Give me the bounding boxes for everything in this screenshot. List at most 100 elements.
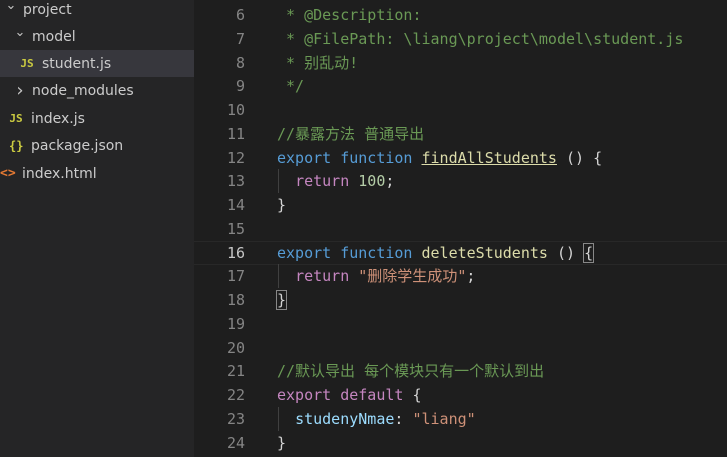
code-token: "删除学生成功" (358, 267, 467, 285)
code-token: findAllStudents (421, 149, 557, 167)
code-token: () (547, 244, 585, 262)
code-line[interactable]: 18} (194, 288, 727, 312)
code-text: studenyNmae: "liang" (277, 407, 476, 431)
explorer-item-index-html[interactable]: <> index.html (0, 160, 194, 187)
code-token: studenyNmae (295, 410, 395, 428)
explorer-item-label: index.html (22, 165, 97, 182)
explorer-item-label: model (32, 28, 76, 45)
code-line[interactable]: 10 (194, 98, 727, 122)
code-line[interactable]: 11 //暴露方法 普通导出 (194, 122, 727, 146)
code-token: deleteStudents (421, 244, 548, 262)
explorer-item-project[interactable]: ⌄ project (0, 0, 194, 23)
code-text: export default { (277, 383, 422, 407)
code-text: export function deleteStudents () { (277, 242, 595, 264)
line-number: 6 (235, 6, 245, 24)
code-text: export function findAllStudents () { (277, 146, 602, 170)
chevron-right-icon: › (16, 80, 24, 101)
code-line[interactable]: 14} (194, 193, 727, 217)
code-line[interactable]: 24} (194, 431, 727, 455)
code-token: : (394, 410, 413, 428)
explorer-item-index-js[interactable]: JS index.js (0, 105, 194, 132)
code-token: //暴露方法 普通导出 (277, 125, 425, 143)
matched-bracket: { (583, 243, 595, 263)
code-token: * 别乱动! (277, 54, 359, 72)
explorer-item-label: project (23, 1, 72, 18)
code-text: */ (277, 74, 304, 98)
code-text: * @Description: (277, 3, 422, 27)
line-number: 16 (226, 244, 245, 262)
javascript-file-icon: JS (20, 57, 34, 70)
code-token: function (340, 149, 413, 167)
line-number: 11 (226, 125, 245, 143)
indent-guide (278, 407, 279, 431)
indent-guide (278, 169, 279, 193)
matched-bracket: } (275, 290, 288, 310)
code-token: } (277, 434, 287, 452)
code-line[interactable]: 21 //默认导出 每个模块只有一个默认到出 (194, 359, 727, 383)
code-line[interactable]: 19 (194, 312, 727, 336)
code-token: export (277, 386, 332, 404)
chevron-down-icon: ⌄ (14, 25, 26, 40)
explorer-item-label: package.json (31, 137, 124, 154)
code-token: //默认导出 每个模块只有一个默认到出 (277, 362, 545, 380)
code-line[interactable]: 17 return "删除学生成功"; (194, 264, 727, 288)
code-token: * @Description: (277, 6, 422, 24)
code-token: ; (385, 172, 395, 190)
indent-guide (278, 264, 279, 288)
code-line[interactable]: 20 (194, 336, 727, 360)
explorer-item-package-json[interactable]: {} package.json (0, 132, 194, 159)
vscode-window: ⌄ project ⌄ model JS student.js › node_modules J… (0, 0, 727, 457)
explorer-item-label: student.js (42, 55, 112, 72)
line-number: 23 (226, 410, 245, 428)
explorer-item-student-js[interactable]: JS student.js (0, 50, 194, 77)
code-line[interactable]: 7 * @FilePath: \liang\project\model\stud… (194, 27, 727, 51)
code-token: export (277, 244, 332, 262)
line-number: 12 (226, 149, 245, 167)
explorer-item-node-modules[interactable]: › node_modules (0, 77, 194, 104)
code-token: "liang" (412, 410, 476, 428)
code-token: default (340, 386, 404, 404)
code-editor[interactable]: 6 * @Description: 7 * @FilePath: \liang\p… (194, 0, 727, 457)
code-token: */ (277, 77, 305, 95)
code-line[interactable]: 22 export default { (194, 383, 727, 407)
line-number: 20 (226, 339, 245, 357)
code-line[interactable]: 12 export function findAllStudents () { (194, 146, 727, 170)
code-text: //暴露方法 普通导出 (277, 122, 424, 146)
code-token: * @FilePath: \liang\project\model\studen… (277, 30, 684, 48)
line-number: 10 (226, 101, 245, 119)
code-line[interactable]: 15 (194, 217, 727, 241)
line-number: 21 (226, 362, 245, 380)
code-text: } (277, 431, 286, 455)
code-text: } (277, 193, 286, 217)
code-text: //默认导出 每个模块只有一个默认到出 (277, 359, 544, 383)
code-token: return (295, 267, 350, 285)
code-line[interactable]: 8 * 别乱动! (194, 51, 727, 75)
code-line[interactable]: 6 * @Description: (194, 3, 727, 27)
explorer-sidebar: ⌄ project ⌄ model JS student.js › node_modules J… (0, 0, 194, 457)
code-token: ; (466, 267, 476, 285)
html-file-icon: <> (0, 166, 16, 181)
line-number: 13 (226, 172, 245, 190)
line-number: 7 (235, 30, 245, 48)
line-number: 8 (235, 54, 245, 72)
code-token: return (295, 172, 350, 190)
json-file-icon: {} (9, 138, 24, 153)
line-number: 9 (235, 77, 245, 95)
chevron-down-icon: ⌄ (5, 0, 17, 13)
code-line[interactable]: 13 return 100; (194, 169, 727, 193)
code-line[interactable]: 23 studenyNmae: "liang" (194, 407, 727, 431)
code-line[interactable]: 9 */ (194, 74, 727, 98)
code-text: * @FilePath: \liang\project\model\studen… (277, 27, 683, 51)
explorer-item-model[interactable]: ⌄ model (0, 23, 194, 50)
code-text: * 别乱动! (277, 51, 358, 75)
code-token: { (403, 386, 422, 404)
code-line[interactable]: 16 export function deleteStudents () { (194, 241, 727, 265)
line-number: 18 (226, 291, 245, 309)
